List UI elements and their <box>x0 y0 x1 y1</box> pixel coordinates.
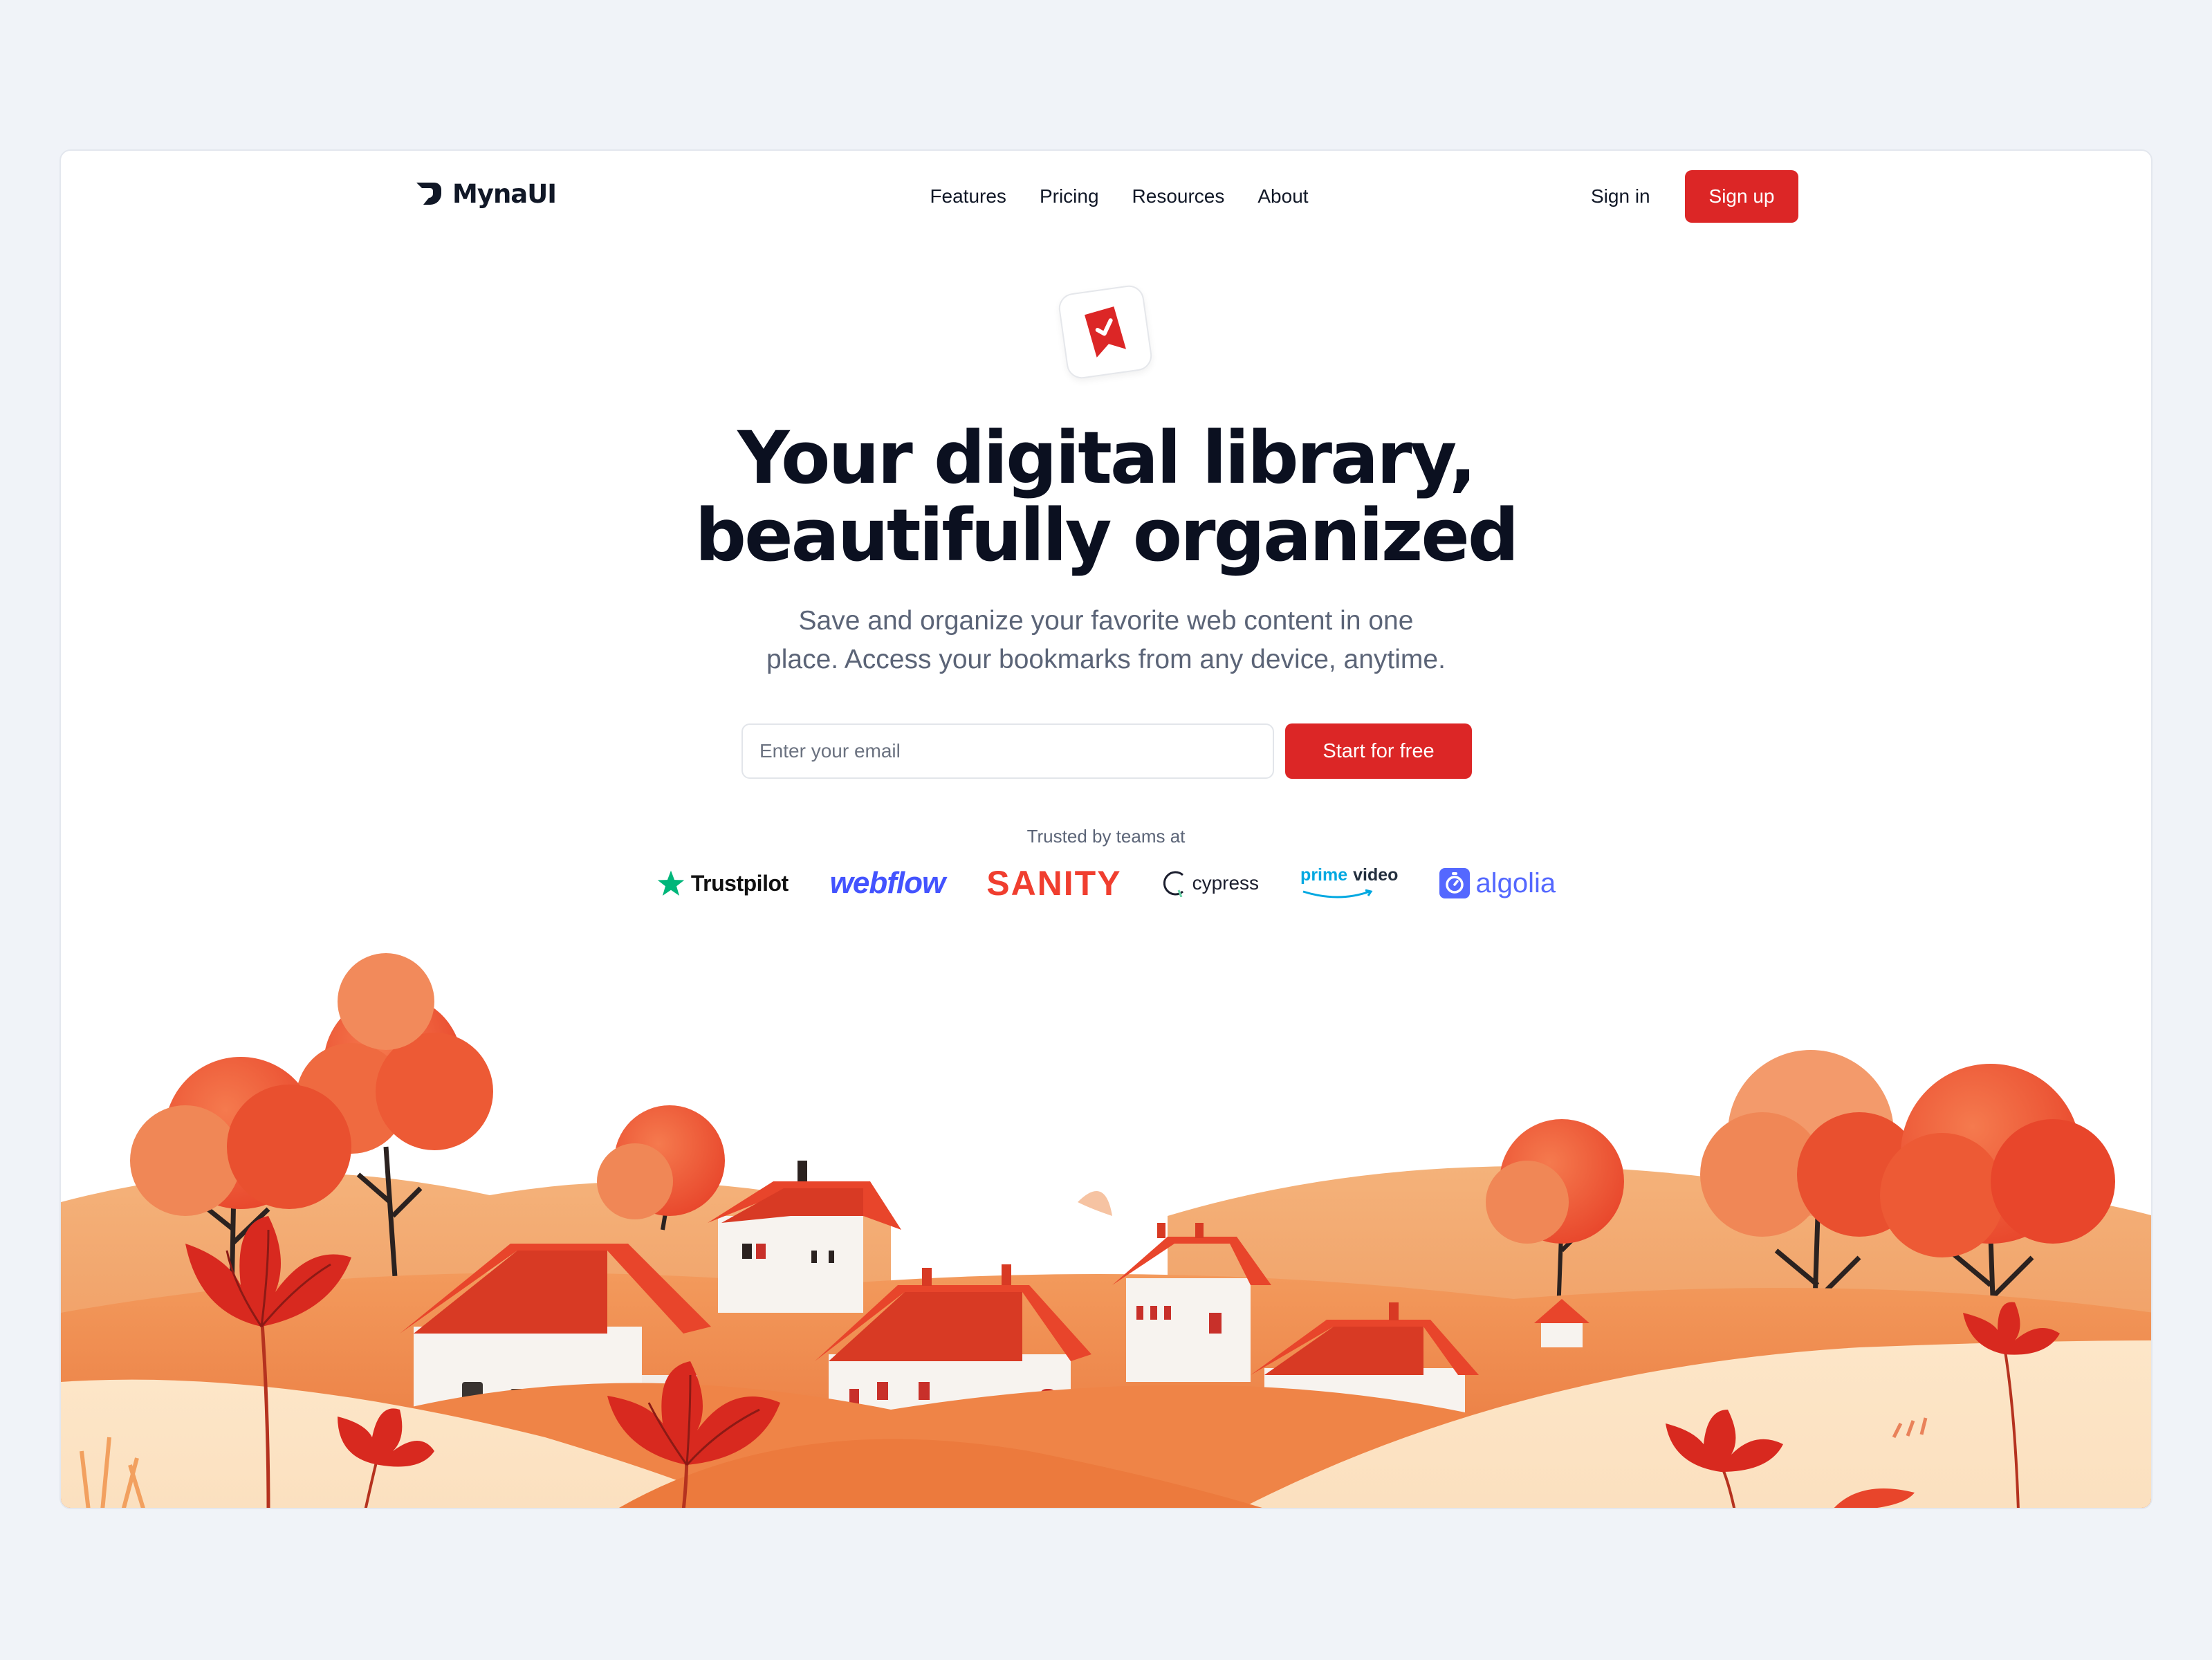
cypress-wordmark: cypress <box>1192 872 1260 894</box>
hero-headline: Your digital library, beautifully organi… <box>61 419 2151 574</box>
main-menu: Features Pricing Resources About <box>61 185 2151 208</box>
hero-badge <box>1056 283 1154 381</box>
subtext-line-1: Save and organize your favorite web cont… <box>798 606 1414 636</box>
page-frame: MynaUI Features Pricing Resources About … <box>59 149 2153 1509</box>
signup-form: Start for free <box>741 723 1472 779</box>
algolia-stopwatch-icon <box>1439 868 1471 898</box>
nav-link-features[interactable]: Features <box>930 185 1006 208</box>
trusted-label: Trusted by teams at <box>1026 826 1186 847</box>
cypress-ring-icon <box>1163 871 1183 897</box>
webflow-wordmark: webflow <box>829 866 946 900</box>
headline-line-1: Your digital library, <box>737 416 1476 500</box>
webflow-logo: webflow <box>830 866 946 901</box>
signup-button[interactable]: Sign up <box>1685 170 1798 223</box>
signin-link[interactable]: Sign in <box>1591 185 1650 208</box>
prime-smile-icon <box>1302 889 1373 898</box>
video-wordmark: video <box>1353 865 1399 885</box>
cypress-logo: cypress <box>1163 869 1259 897</box>
headline-line-2: beautifully organized <box>694 493 1520 578</box>
email-input[interactable] <box>741 723 1274 779</box>
start-free-button[interactable]: Start for free <box>1285 723 1472 779</box>
algolia-logo: algolia <box>1439 868 1556 899</box>
sanity-wordmark: SANITY <box>986 864 1122 903</box>
leaf-decoration <box>1078 1191 1112 1216</box>
hero-subtext: Save and organize your favorite web cont… <box>61 602 2151 679</box>
village-illustration <box>61 953 2151 1508</box>
bookmark-check-icon <box>1085 306 1126 358</box>
nav-link-pricing[interactable]: Pricing <box>1040 185 1099 208</box>
subtext-line-2: place. Access your bookmarks from any de… <box>766 645 1446 674</box>
brand-logos: Trustpilot webflow SANITY cypress prime … <box>61 863 2151 903</box>
prime-wordmark: prime <box>1300 865 1348 885</box>
prime-video-logo: prime video <box>1300 867 1398 900</box>
nav-link-about[interactable]: About <box>1257 185 1308 208</box>
algolia-wordmark: algolia <box>1475 867 1556 898</box>
trustpilot-star-icon <box>657 870 685 896</box>
sanity-logo: SANITY <box>986 863 1121 903</box>
top-nav: MynaUI Features Pricing Resources About … <box>61 151 2151 241</box>
trustpilot-logo: Trustpilot <box>656 869 789 898</box>
nav-link-resources[interactable]: Resources <box>1132 185 1225 208</box>
trustpilot-wordmark: Trustpilot <box>690 870 789 896</box>
